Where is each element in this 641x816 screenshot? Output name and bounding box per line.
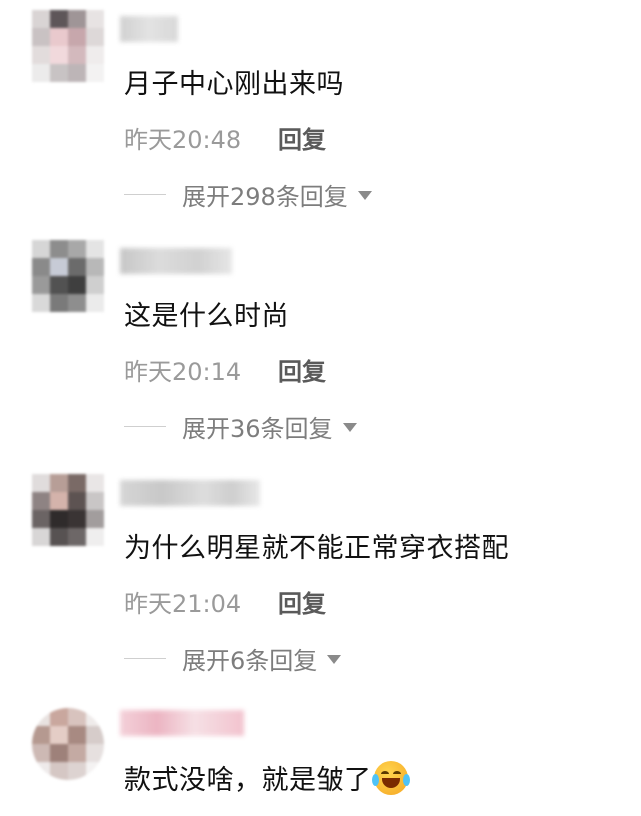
username-blurred[interactable] xyxy=(120,710,244,736)
divider-dash xyxy=(124,193,166,195)
expand-replies-button[interactable]: 展开36条回复 xyxy=(124,410,357,443)
expand-replies-button[interactable]: 展开6条回复 xyxy=(124,642,342,675)
comment-time: 昨天20:48 xyxy=(124,126,242,154)
caret-down-icon xyxy=(342,422,357,432)
reply-button[interactable]: 回复 xyxy=(278,120,326,155)
comment-item: 月子中心刚出来吗 昨天20:48 回复 展开298条回复 xyxy=(0,0,641,232)
caret-down-icon xyxy=(327,654,342,664)
comment-item: 款式没啥，就是皱了 xyxy=(0,696,641,816)
expand-replies-label: 展开298条回复 xyxy=(182,182,348,211)
divider-dash xyxy=(124,657,166,659)
username-blurred[interactable] xyxy=(120,16,178,42)
reply-button[interactable]: 回复 xyxy=(278,352,326,387)
comment-item: 为什么明星就不能正常穿衣搭配 昨天21:04 回复 展开6条回复 xyxy=(0,464,641,696)
comment-text: 款式没啥，就是皱了 xyxy=(124,758,410,797)
comment-text: 月子中心刚出来吗 xyxy=(124,69,344,100)
expand-replies-button[interactable]: 展开298条回复 xyxy=(124,178,372,211)
comment-item: 这是什么时尚 昨天20:14 回复 展开36条回复 xyxy=(0,232,641,464)
comment-time: 昨天21:04 xyxy=(124,590,242,618)
comment-text-content: 款式没啥，就是皱了 xyxy=(124,765,372,796)
avatar[interactable] xyxy=(32,10,104,82)
comment-text: 为什么明星就不能正常穿衣搭配 xyxy=(124,533,509,564)
avatar[interactable] xyxy=(32,240,104,312)
avatar[interactable] xyxy=(32,474,104,546)
expand-replies-label: 展开36条回复 xyxy=(182,414,333,443)
avatar[interactable] xyxy=(32,708,104,780)
divider-dash xyxy=(124,425,166,427)
reply-button[interactable]: 回复 xyxy=(278,584,326,619)
username-blurred[interactable] xyxy=(120,248,232,274)
comment-time: 昨天20:14 xyxy=(124,358,242,386)
rofl-emoji-icon xyxy=(371,761,410,795)
expand-replies-label: 展开6条回复 xyxy=(182,646,318,675)
caret-down-icon xyxy=(357,190,372,200)
comment-text: 这是什么时尚 xyxy=(124,301,289,332)
username-blurred[interactable] xyxy=(120,480,260,506)
